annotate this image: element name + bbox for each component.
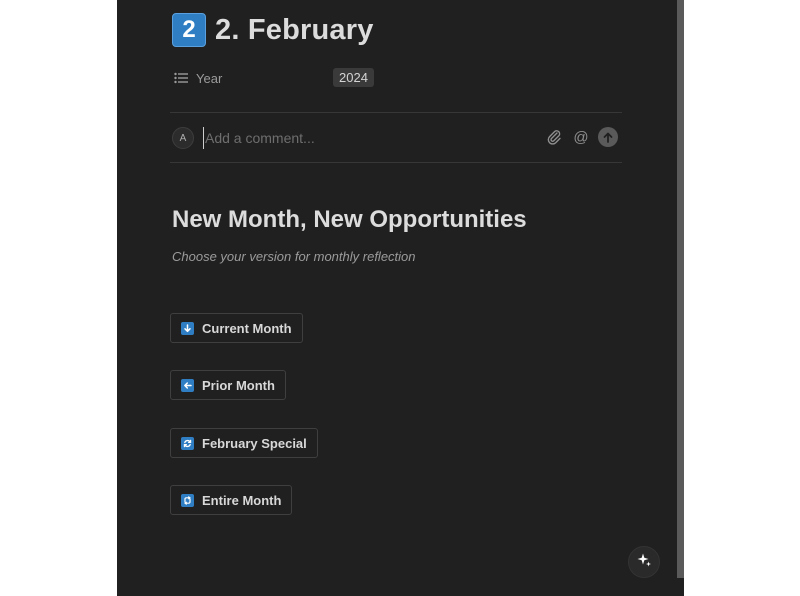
button-label: February Special <box>202 435 307 451</box>
property-row-year: Year 2024 <box>172 66 622 90</box>
property-label[interactable]: Year <box>196 71 222 86</box>
entire-month-button[interactable]: Entire Month <box>170 485 293 515</box>
keycap-two-icon[interactable]: 2 <box>172 13 206 47</box>
divider <box>170 162 622 163</box>
refresh-icon <box>181 436 194 450</box>
avatar: A <box>172 127 194 149</box>
scrollbar[interactable] <box>677 0 684 578</box>
comment-input[interactable] <box>203 127 523 149</box>
arrow-down-icon <box>181 321 194 335</box>
send-icon[interactable] <box>598 127 618 147</box>
comment-actions: @ <box>537 127 618 147</box>
arrow-left-icon <box>181 378 194 392</box>
attach-icon[interactable] <box>544 127 564 147</box>
page-title-row: 2 2. February <box>172 13 374 47</box>
section-subtitle: Choose your version for monthly reflecti… <box>172 249 416 264</box>
section-heading: New Month, New Opportunities <box>172 206 527 233</box>
button-label: Prior Month <box>202 377 275 393</box>
mention-icon[interactable]: @ <box>571 127 591 147</box>
button-label: Current Month <box>202 320 292 336</box>
divider <box>170 112 622 113</box>
prior-month-button[interactable]: Prior Month <box>170 370 286 400</box>
current-month-button[interactable]: Current Month <box>170 313 303 343</box>
comment-bar: A @ <box>172 126 622 150</box>
sparkle-icon <box>636 552 652 573</box>
ai-sparkle-button[interactable] <box>628 546 660 578</box>
property-value[interactable]: 2024 <box>333 68 374 87</box>
page-title[interactable]: 2. February <box>215 14 374 47</box>
february-special-button[interactable]: February Special <box>170 428 318 458</box>
list-icon <box>172 71 190 85</box>
button-label: Entire Month <box>202 492 282 508</box>
repeat-icon <box>181 493 194 507</box>
